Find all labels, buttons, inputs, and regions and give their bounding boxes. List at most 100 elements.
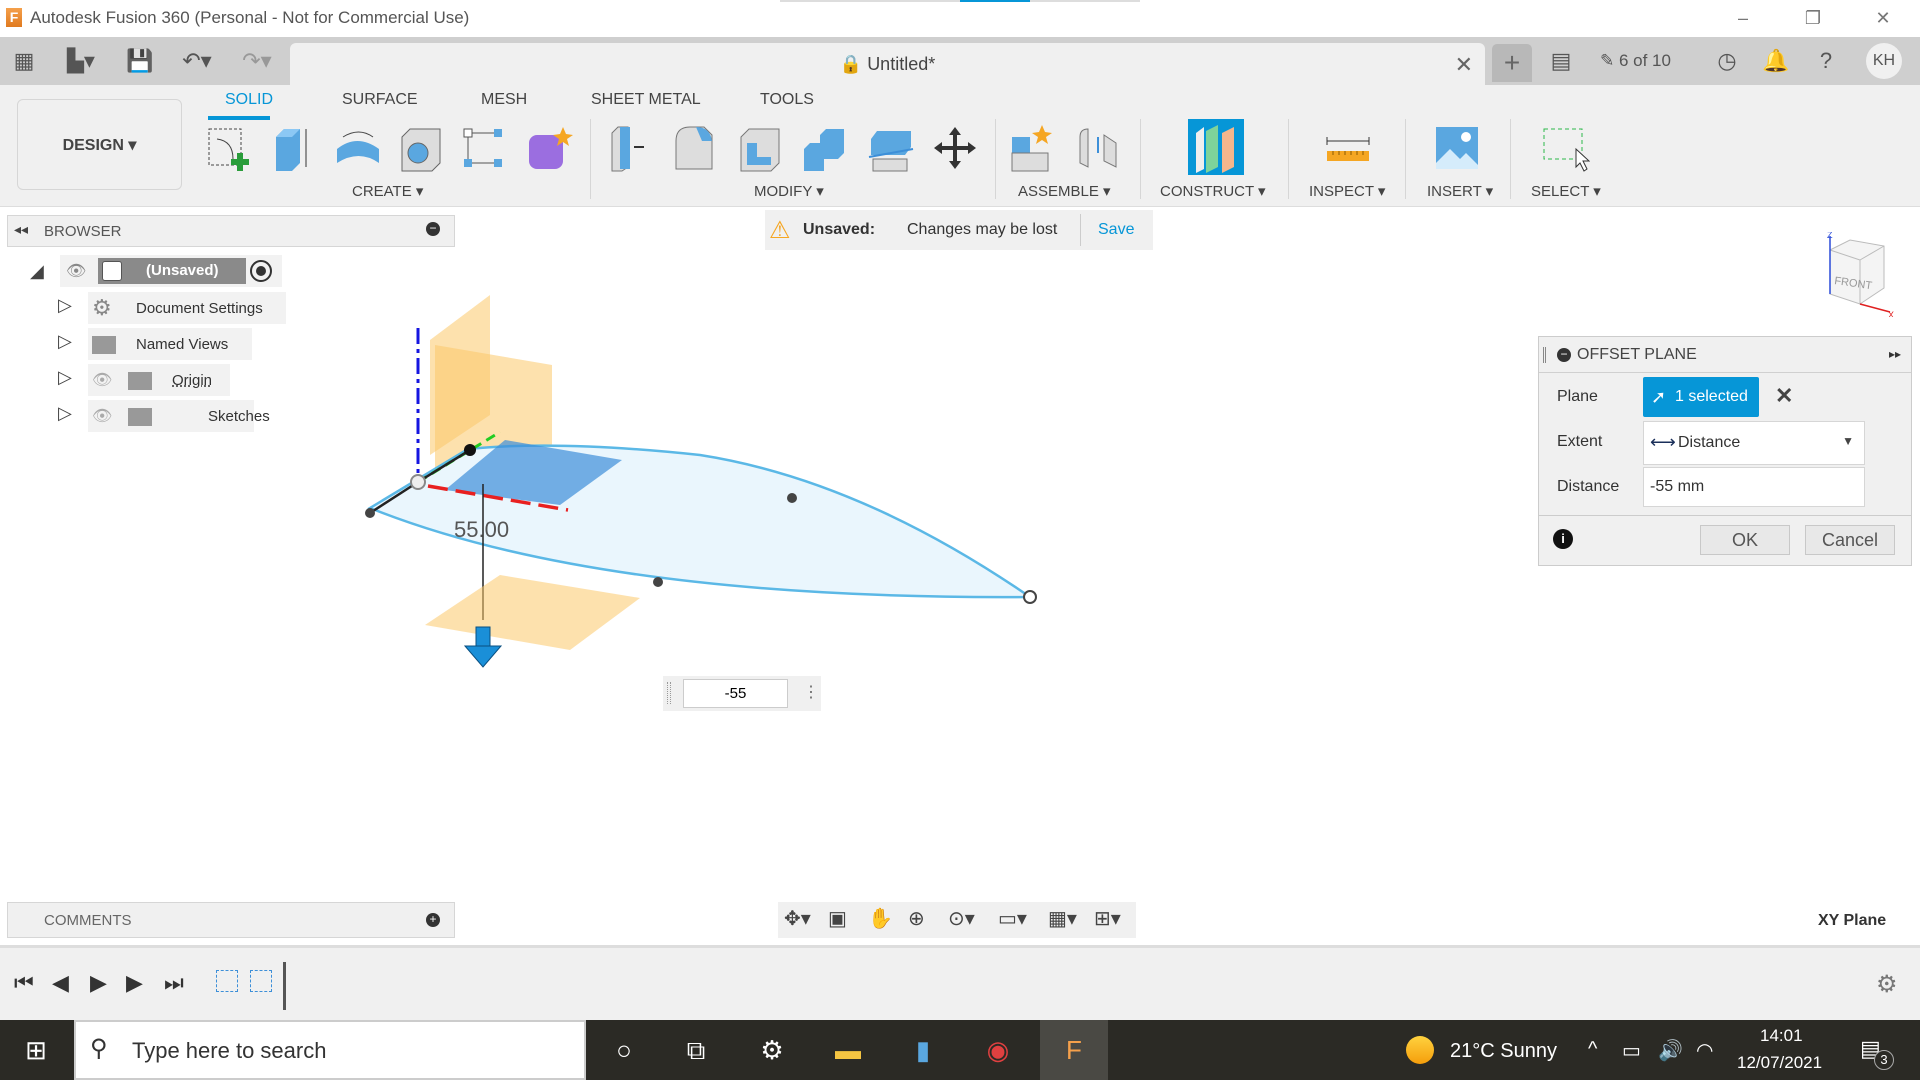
battery-icon[interactable]: ▭ [1622, 1038, 1641, 1063]
combine-icon[interactable] [800, 123, 850, 173]
clear-selection-icon[interactable]: ✕ [1775, 383, 1793, 409]
undo-icon[interactable]: ↶▾ [176, 47, 218, 75]
display-settings-icon[interactable]: ▭▾ [998, 906, 1027, 931]
create-sketch-icon[interactable] [203, 123, 253, 173]
tab-mesh[interactable]: MESH [481, 91, 527, 109]
taskbar-search[interactable]: ⚲ Type here to search [74, 1020, 586, 1080]
sketch-endpoint[interactable] [1023, 590, 1037, 604]
comments-icon[interactable]: ▤ [1547, 47, 1575, 75]
play-icon[interactable]: ▶ [90, 970, 107, 996]
new-component-icon[interactable] [1008, 123, 1058, 173]
create-form-icon[interactable] [525, 123, 575, 173]
go-to-end-icon[interactable]: ⏭ [164, 970, 184, 996]
tree-item-named-views[interactable]: Named Views [88, 328, 252, 360]
inspect-menu[interactable]: INSPECT ▾ [1309, 182, 1385, 200]
browser-minimize-icon[interactable]: − [426, 222, 440, 236]
assemble-menu[interactable]: ASSEMBLE ▾ [1018, 182, 1111, 200]
wifi-icon[interactable]: ◠ [1696, 1038, 1713, 1063]
tab-tools[interactable]: TOOLS [760, 91, 814, 109]
pan-hand-icon[interactable]: ✋ [868, 906, 893, 931]
step-forward-icon[interactable]: ▶ [126, 970, 143, 996]
document-tab[interactable]: 🔒 Untitled* ✕ [290, 43, 1485, 85]
construct-menu[interactable]: CONSTRUCT ▾ [1160, 182, 1266, 200]
expand-icon[interactable]: ▷ [58, 331, 72, 352]
offset-face-icon[interactable] [865, 123, 915, 173]
show-hidden-icons-chevron-icon[interactable]: ^ [1588, 1038, 1597, 1061]
expand-icon[interactable]: ▷ [58, 295, 72, 316]
extent-dropdown[interactable]: ⟷ Distance ▼ [1643, 421, 1865, 465]
tree-item-sketches[interactable]: 👁 Sketches [88, 400, 270, 432]
tab-solid[interactable]: SOLID [225, 91, 273, 109]
sketch-point[interactable] [787, 493, 797, 503]
version-indicator[interactable]: ✎ 6 of 10 [1600, 47, 1671, 75]
visibility-eye-icon[interactable]: 👁 [92, 370, 112, 390]
sketch-point[interactable] [653, 577, 663, 587]
more-options-icon[interactable]: ⋮ [803, 682, 819, 702]
expand-icon[interactable]: ▷ [58, 403, 72, 424]
clock-date[interactable]: 12/07/2021 [1737, 1053, 1822, 1073]
chrome-icon[interactable]: ◉ [968, 1020, 1028, 1080]
look-at-icon[interactable]: ▣ [828, 906, 847, 931]
press-pull-icon[interactable] [606, 123, 656, 173]
create-menu[interactable]: CREATE ▾ [352, 182, 423, 200]
extrude-icon[interactable] [268, 123, 318, 173]
activate-radio-icon[interactable] [250, 260, 272, 282]
sketch-point[interactable] [464, 444, 476, 456]
timeline-sketch-feature[interactable] [250, 970, 272, 992]
tree-item-document-settings[interactable]: ⚙ Document Settings [88, 292, 286, 324]
viewcube[interactable]: FRONT Z X [1810, 232, 1895, 317]
orbit-icon[interactable]: ✥▾ [784, 906, 811, 931]
settings-gear-icon[interactable]: ⚙ [742, 1020, 802, 1080]
insert-image-icon[interactable] [1432, 123, 1482, 173]
save-link[interactable]: Save [1098, 221, 1134, 239]
new-tab-button[interactable]: + [1492, 44, 1532, 82]
add-comment-icon[interactable]: + [426, 913, 440, 927]
minimize-button[interactable]: – [1720, 4, 1766, 32]
collapse-dialog-icon[interactable]: − [1557, 348, 1571, 362]
move-icon[interactable] [930, 123, 980, 173]
3d-viewport[interactable] [340, 280, 1060, 680]
origin-point[interactable] [410, 474, 426, 490]
timeline-settings-gear-icon[interactable]: ⚙ [1876, 970, 1898, 999]
insert-menu[interactable]: INSERT ▾ [1427, 182, 1493, 200]
workspace-switcher[interactable]: DESIGN ▾ [17, 99, 182, 190]
tab-sheet-metal[interactable]: SHEET METAL [591, 91, 701, 109]
step-back-icon[interactable]: ◀ [52, 970, 69, 996]
fillet-icon[interactable] [670, 123, 720, 173]
collapse-root-icon[interactable]: ◢ [30, 261, 44, 282]
dialog-header[interactable]: − OFFSET PLANE ▸▸ [1539, 337, 1911, 373]
distance-input[interactable]: -55 mm [1643, 467, 1865, 507]
clock-time[interactable]: 14:01 [1760, 1026, 1803, 1046]
fusion360-taskbar-icon[interactable]: F [1040, 1020, 1108, 1080]
measure-icon[interactable] [1323, 123, 1373, 173]
zoom-icon[interactable]: ⊕ [908, 906, 925, 931]
save-icon[interactable]: 💾 [126, 47, 154, 75]
file-explorer-icon[interactable]: ▬ [818, 1020, 878, 1080]
cortana-icon[interactable]: ○ [594, 1020, 654, 1080]
notifications-bell-icon[interactable]: 🔔 [1762, 47, 1790, 75]
sketch-point[interactable] [365, 508, 375, 518]
file-menu-icon[interactable]: ▙▾ [60, 47, 102, 75]
expand-icon[interactable]: ▷ [58, 367, 72, 388]
shell-icon[interactable] [735, 123, 785, 173]
tab-surface[interactable]: SURFACE [342, 91, 418, 109]
volume-icon[interactable]: 🔊 [1658, 1038, 1683, 1063]
user-avatar[interactable]: KH [1866, 43, 1902, 79]
select-menu[interactable]: SELECT ▾ [1531, 182, 1601, 200]
weather-text[interactable]: 21°C Sunny [1450, 1040, 1557, 1063]
modify-menu[interactable]: MODIFY ▾ [754, 182, 824, 200]
grid-settings-icon[interactable]: ▦▾ [1048, 906, 1077, 931]
close-window-button[interactable]: ✕ [1860, 4, 1906, 32]
ok-button[interactable]: OK [1700, 525, 1790, 555]
collapse-browser-icon[interactable]: ◂◂ [14, 221, 28, 238]
offset-plane-icon[interactable] [1188, 119, 1244, 175]
visibility-eye-icon[interactable]: 👁 [66, 261, 86, 281]
revolve-icon[interactable] [333, 123, 383, 173]
help-icon[interactable]: ? [1812, 47, 1840, 75]
drag-handle-icon[interactable] [667, 682, 671, 704]
inline-distance-input[interactable] [683, 679, 788, 708]
hole-icon[interactable] [396, 123, 446, 173]
drag-handle-icon[interactable] [1543, 347, 1546, 363]
restore-button[interactable]: ❐ [1790, 4, 1836, 32]
fit-icon[interactable]: ⊙▾ [948, 906, 975, 931]
